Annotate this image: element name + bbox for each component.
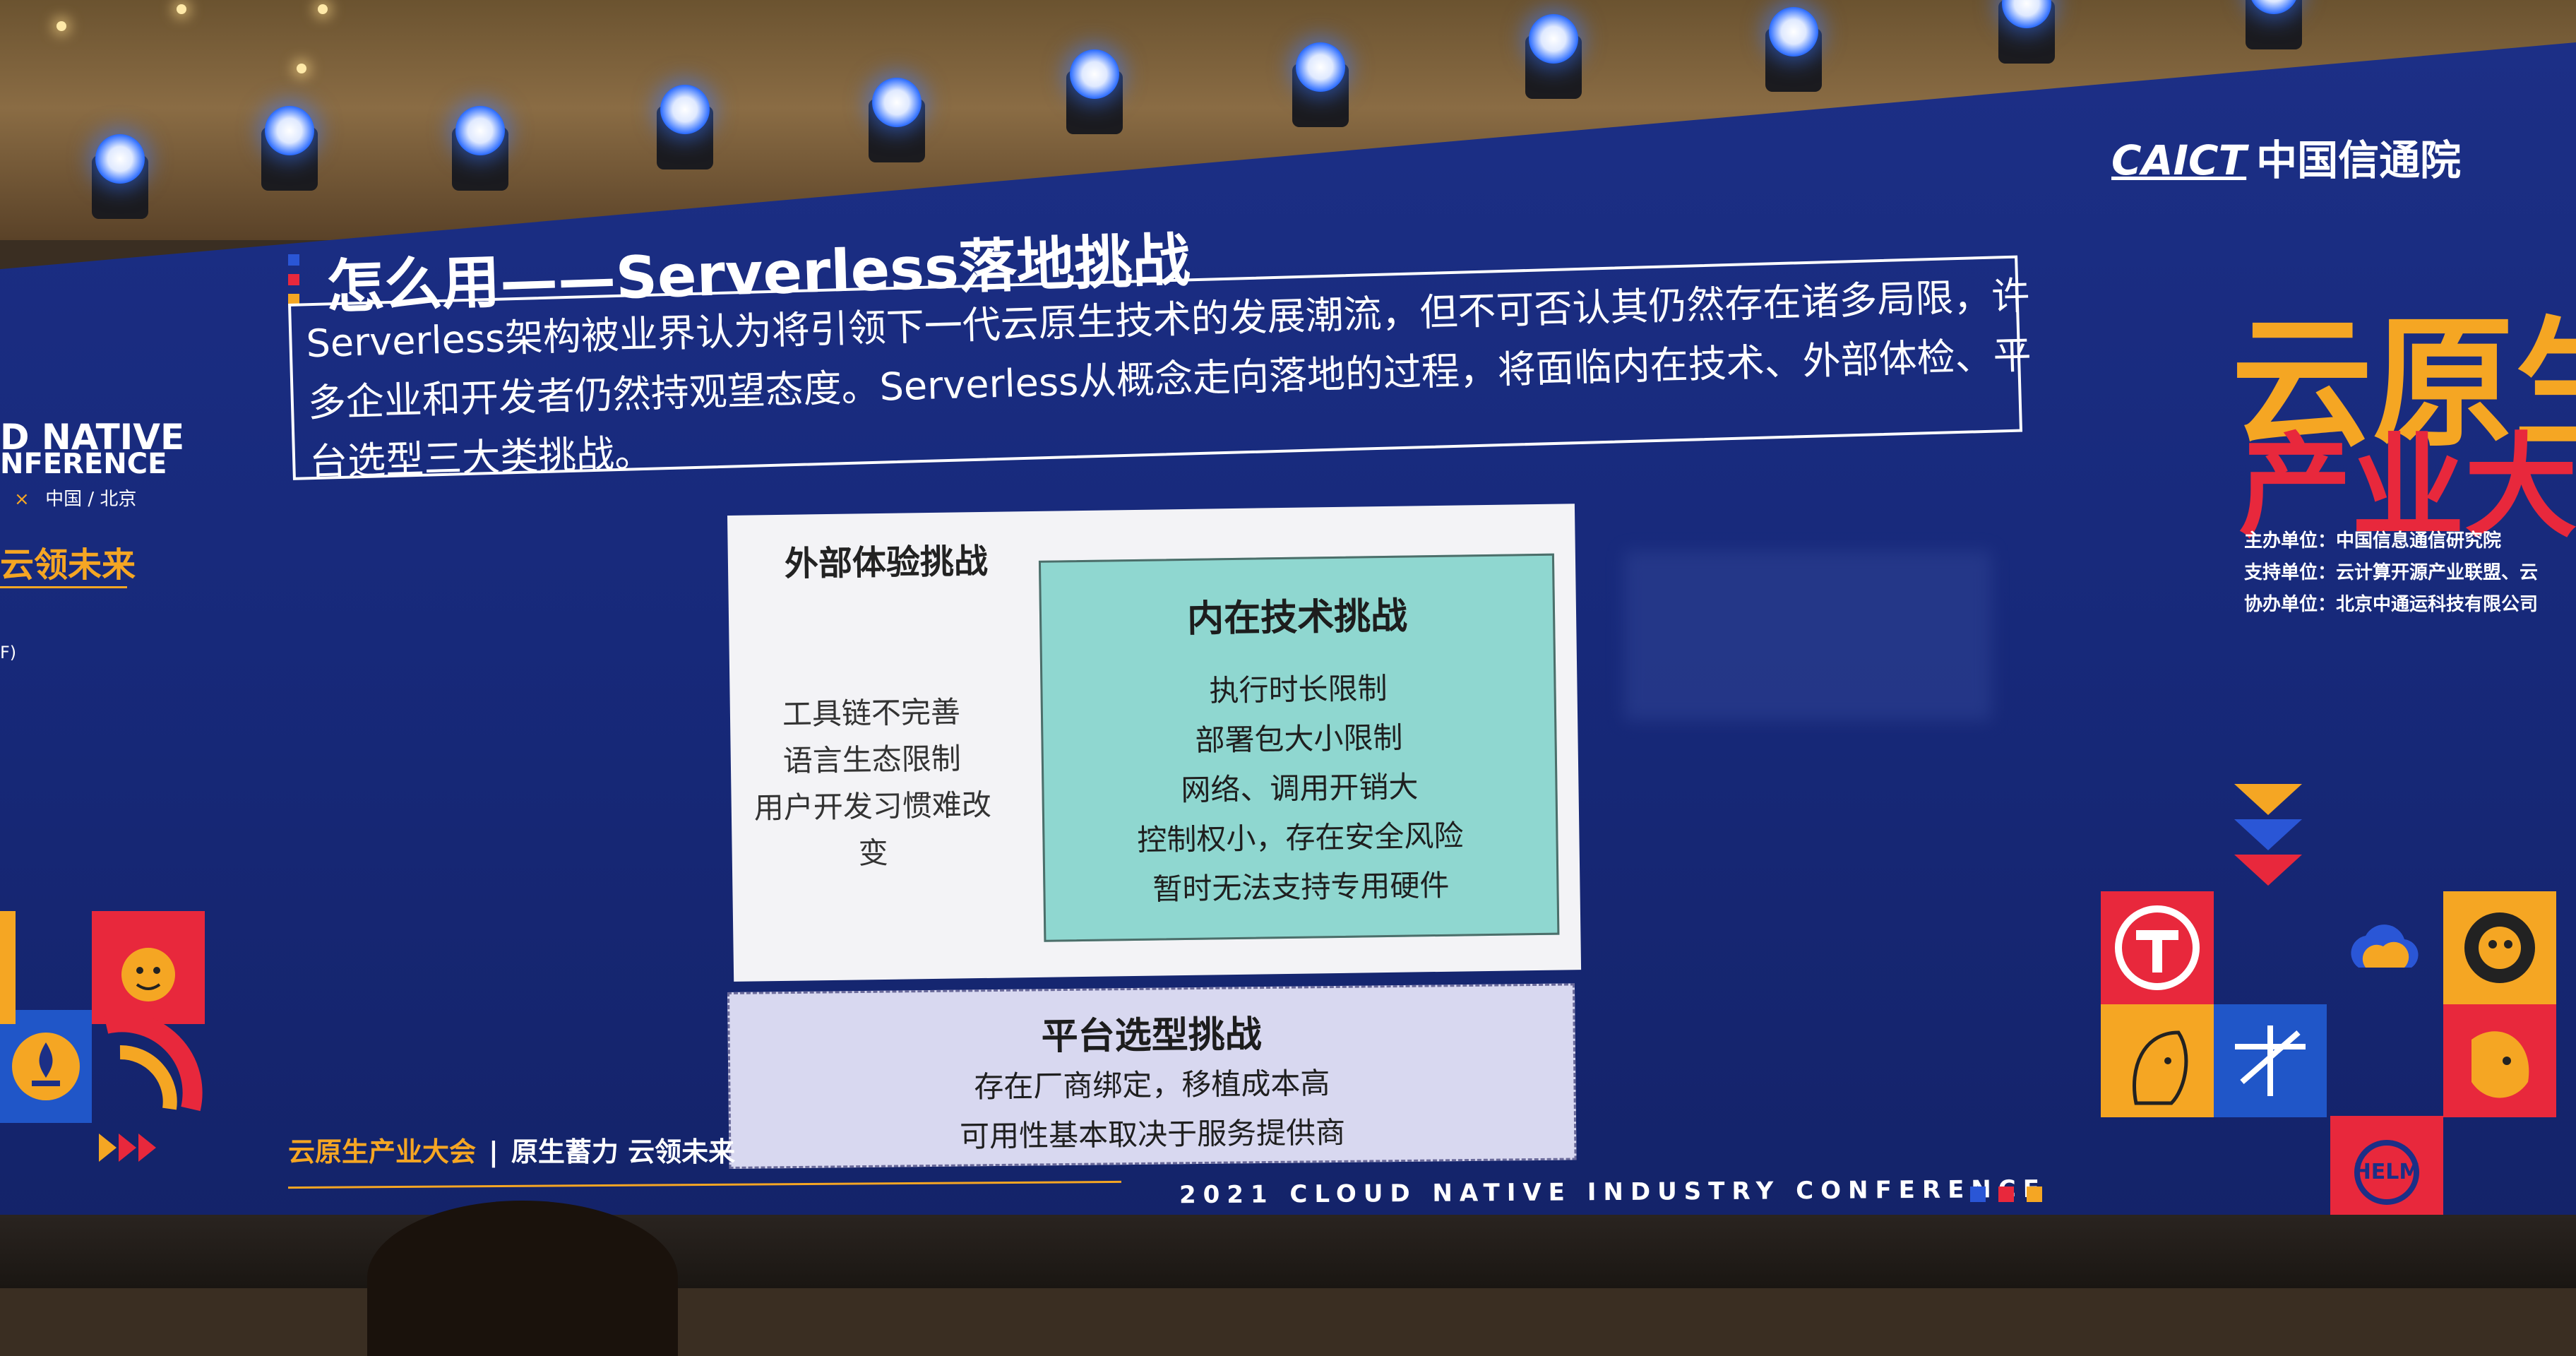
internal-challenge-item: 网络、调用开销大 xyxy=(1181,769,1419,808)
triangle-down-icon xyxy=(2234,819,2302,850)
footer-square xyxy=(1970,1186,1986,1202)
internal-challenge-item: 暂时无法支持专用硬件 xyxy=(1152,867,1450,907)
stage-spotlight xyxy=(1991,0,2062,71)
internal-challenge-item: 部署包大小限制 xyxy=(1195,720,1403,758)
stage-spotlight xyxy=(861,71,932,170)
face-icon xyxy=(2471,1031,2529,1098)
decor-network-tile xyxy=(2214,1004,2327,1117)
footer-separator: | xyxy=(489,1136,499,1167)
flame-icon xyxy=(12,1033,80,1100)
external-challenge-list: 工具链不完善 语言生态限制 用户开发习惯难改变 xyxy=(744,689,1001,879)
left-slogan: 云领未来 xyxy=(0,545,136,585)
internal-challenge-item: 执行时长限制 xyxy=(1209,670,1388,708)
play-arrows-icon xyxy=(99,1134,156,1162)
stage-spotlight xyxy=(2238,0,2309,56)
footer-square xyxy=(1998,1186,2014,1202)
ceiling-light xyxy=(56,21,66,31)
footer-square xyxy=(2027,1186,2042,1202)
helm-label: HELM xyxy=(2353,1160,2421,1184)
platform-challenge-title: 平台选型挑战 xyxy=(1041,1013,1262,1059)
stage-spotlight xyxy=(1059,42,1130,141)
decor-gear-tile xyxy=(2443,891,2556,1004)
left-location-text: 中国 / 北京 xyxy=(45,489,137,510)
organizer-line: 协办单位：北京中通运科技有限公司 xyxy=(2244,594,2539,615)
ceiling-light xyxy=(297,64,306,73)
decor-face-tile xyxy=(2101,1004,2214,1117)
decor-flame-tile xyxy=(0,1010,92,1123)
face-icon xyxy=(121,948,175,1001)
external-challenge-item: 用户开发习惯难改变 xyxy=(753,787,992,871)
ceiling-light xyxy=(177,4,186,14)
left-divider xyxy=(0,586,127,588)
platform-challenge-item: 可用性基本取决于服务提供商 xyxy=(959,1114,1346,1154)
caict-logo-en: CAICT xyxy=(2111,136,2247,184)
external-challenge-item: 工具链不完善 xyxy=(782,694,961,732)
stage-spotlight xyxy=(1285,35,1356,134)
ceiling-light xyxy=(318,4,328,14)
organizer-line: 主办单位：中国信息通信研究院 xyxy=(2244,530,2502,552)
caict-logo: CAICT 中国信通院 xyxy=(2111,127,2461,186)
caict-logo-cn: 中国信通院 xyxy=(2256,136,2462,184)
internal-challenge-item: 控制权小，存在安全风险 xyxy=(1137,818,1464,857)
stage-spotlight xyxy=(85,127,155,226)
t-logo-icon xyxy=(2115,905,2200,990)
stage-spotlight xyxy=(445,99,515,198)
footer-brand: 云原生产业大会 xyxy=(288,1136,477,1167)
external-challenge-box: 外部体验挑战 工具链不完善 语言生态限制 用户开发习惯难改变 内在技术挑战 执行… xyxy=(727,504,1582,982)
stage-spotlight xyxy=(254,99,325,198)
stage-spotlight xyxy=(1518,7,1589,106)
stage-spotlight xyxy=(1758,0,1829,99)
cross-icon: × xyxy=(14,489,30,510)
helm-tile: HELM xyxy=(2330,1116,2443,1229)
external-challenge-title: 外部体验挑战 xyxy=(784,541,989,584)
footer-brand-bar: 云原生产业大会 | 原生蓄力 云领未来 xyxy=(288,1130,735,1169)
left-brand-line2: NFERENCE xyxy=(0,448,167,480)
platform-challenge-list: 存在厂商绑定，移植成本高 可用性基本取决于服务提供商 xyxy=(730,1056,1574,1163)
cloud-icon xyxy=(2351,924,2419,968)
decor-face-tile xyxy=(2443,1004,2556,1117)
blurred-screen-area xyxy=(1624,551,1991,720)
platform-challenge-box: 平台选型挑战 存在厂商绑定，移植成本高 可用性基本取决于服务提供商 xyxy=(727,983,1577,1169)
face-outline-icon xyxy=(2133,1030,2188,1105)
audience-head xyxy=(367,1201,678,1356)
internal-challenge-title: 内在技术挑战 xyxy=(1186,595,1408,641)
decor-arc-tile xyxy=(92,1010,205,1123)
left-fragment: F) xyxy=(0,643,17,662)
decor-t-tile xyxy=(2101,891,2214,1004)
left-brand-location: × 中国 / 北京 xyxy=(14,484,136,511)
triangle-down-icon xyxy=(2234,855,2302,886)
decor-strip xyxy=(0,911,16,1024)
arc-icon xyxy=(103,1012,203,1112)
external-challenge-item: 语言生态限制 xyxy=(782,741,962,778)
footer-slogan: 原生蓄力 云领未来 xyxy=(511,1136,736,1167)
network-icon xyxy=(2235,1025,2306,1096)
platform-challenge-item: 存在厂商绑定，移植成本高 xyxy=(974,1066,1330,1105)
triangle-down-icon xyxy=(2234,784,2302,815)
organizer-line: 支持单位：云计算开源产业联盟、云 xyxy=(2244,562,2539,583)
internal-challenge-list: 执行时长限制 部署包大小限制 网络、调用开销大 控制权小，存在安全风险 暂时无法… xyxy=(1042,662,1557,916)
internal-challenge-box: 内在技术挑战 执行时长限制 部署包大小限制 网络、调用开销大 控制权小，存在安全… xyxy=(1038,553,1560,942)
stage-spotlight xyxy=(650,78,720,177)
gear-icon xyxy=(2464,912,2535,983)
decor-face-tile xyxy=(92,911,205,1024)
